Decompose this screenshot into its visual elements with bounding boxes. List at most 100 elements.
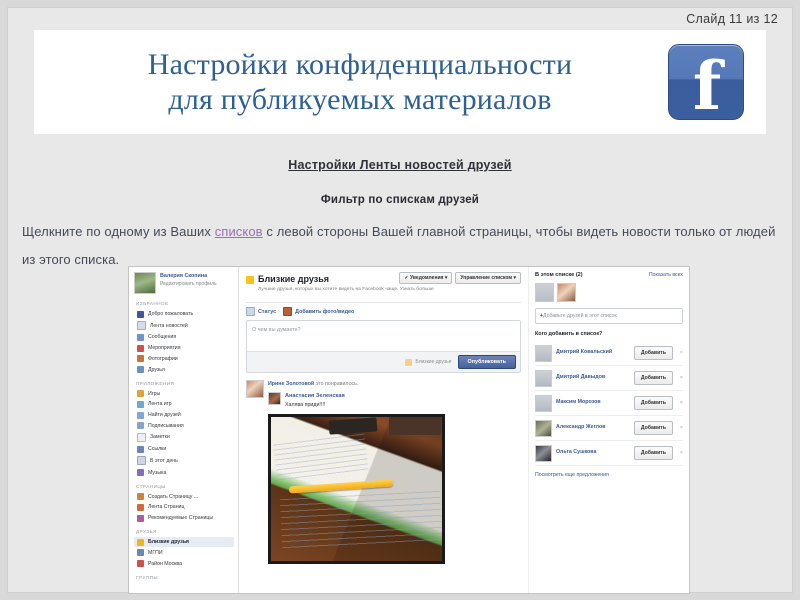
add-button[interactable]: Добавить xyxy=(633,371,673,385)
sidebar-item-games[interactable]: Игры xyxy=(134,389,234,399)
sidebar-item-label: Рекомендуемые Страницы xyxy=(148,515,214,522)
avatar xyxy=(246,380,264,398)
avatar xyxy=(535,394,552,412)
sidebar-item-label: Игры xyxy=(148,390,161,397)
sidebar-item-photos[interactable]: Фотографии xyxy=(134,354,234,364)
close-icon[interactable]: × xyxy=(677,375,683,381)
sidebar-item-find-friends[interactable]: Найти друзей xyxy=(134,410,234,420)
sidebar-item-region-moscow[interactable]: Район Москва xyxy=(134,559,234,569)
location-icon xyxy=(137,560,144,568)
lists-link[interactable]: списков xyxy=(215,224,263,239)
sidebar-item-mgpi[interactable]: МГПИ xyxy=(134,548,234,558)
tab-photo-label: Добавить фото/видео xyxy=(295,308,355,315)
suggestion-name[interactable]: Александр Жеглов xyxy=(556,424,630,432)
sidebar-item-label: Лента Страниц xyxy=(148,504,185,511)
add-button[interactable]: Добавить xyxy=(633,421,673,435)
sidebar-section-friends: ДРУЗЬЯ xyxy=(136,529,157,535)
avatar[interactable] xyxy=(557,283,576,302)
notes-icon xyxy=(137,432,146,442)
sidebar-item-label: Найти друзей xyxy=(148,412,181,419)
sidebar-item-on-this-day[interactable]: В этот день xyxy=(134,455,234,467)
suggestion-name[interactable]: Максим Морозов xyxy=(556,399,630,407)
suggestion-name[interactable]: Дмитрий Ковальский xyxy=(556,349,630,357)
sidebar-item-games-feed[interactable]: Лента игр xyxy=(134,399,234,409)
suggestion-name[interactable]: Ольга Сушкова xyxy=(556,449,630,457)
sidebar-item-friends[interactable]: Друзья xyxy=(134,364,234,374)
sidebar-item-label: Ссылки xyxy=(148,446,167,453)
profile-name: Валерия Скопина xyxy=(160,273,208,279)
add-button[interactable]: Добавить xyxy=(633,346,673,360)
close-icon[interactable]: × xyxy=(677,450,683,456)
find-friends-icon xyxy=(137,411,144,419)
list-icon xyxy=(137,549,144,557)
post-button[interactable]: Опубликовать xyxy=(457,355,516,369)
tab-status[interactable]: Статус xyxy=(246,307,276,316)
avatar xyxy=(268,392,281,405)
tab-photo-video[interactable]: Добавить фото/видео xyxy=(283,307,354,316)
in-list-header: В этом списке (2) Показать всех xyxy=(535,272,683,278)
post-author[interactable]: Анастасия Зеленская xyxy=(285,392,345,401)
status-composer[interactable]: О чем вы думаете? Близкие друзья Опублик… xyxy=(246,320,521,373)
pages-feed-icon xyxy=(137,503,144,511)
sidebar-item-label: МГПИ xyxy=(148,549,163,556)
add-button[interactable]: Добавить xyxy=(633,396,673,410)
sidebar-item-events[interactable]: Мероприятия xyxy=(134,343,234,353)
close-icon[interactable]: × xyxy=(677,400,683,406)
status-input[interactable]: О чем вы думаете? xyxy=(247,321,520,351)
star-icon xyxy=(246,276,254,284)
slide-title-band: Настройки конфиденциальности для публику… xyxy=(34,30,766,134)
post-text: Халява приди!!!! xyxy=(285,402,326,408)
sidebar-item-label: Район Москва xyxy=(148,560,182,567)
sidebar-item-links[interactable]: Ссылки xyxy=(134,444,234,454)
show-all-link[interactable]: Показать всех xyxy=(649,272,683,278)
like-text: это понравилось. xyxy=(314,381,359,387)
presentation-slide: Слайд 11 из 12 Настройки конфиденциально… xyxy=(8,8,792,594)
star-icon xyxy=(405,358,413,366)
tab-status-label: Статус xyxy=(258,308,277,315)
more-suggestions-link[interactable]: Посмотреть еще предложения xyxy=(535,472,683,478)
notifications-button[interactable]: ✓ Уведомления ▾ xyxy=(399,272,453,285)
suggestion-name[interactable]: Дмитрий Давыдов xyxy=(556,374,630,382)
sidebar-item-pages-feed[interactable]: Лента Страниц xyxy=(134,502,234,512)
sidebar-item-label: Музыка xyxy=(148,469,167,476)
suggestion-row: Дмитрий Ковальский Добавить × xyxy=(535,341,683,366)
audience-selector[interactable]: Близкие друзья xyxy=(405,358,452,366)
post-photo[interactable] xyxy=(268,414,445,564)
sidebar-item-newsfeed[interactable]: Лента новостей xyxy=(134,320,234,332)
sidebar-item-subscriptions[interactable]: Подписывания xyxy=(134,421,234,431)
sidebar-item-create-page[interactable]: Создать Страницу ... xyxy=(134,492,234,502)
sidebar-item-label: Близкие друзья xyxy=(148,539,189,546)
like-line: Ирине Золотовой это понравилось. xyxy=(268,380,521,389)
composer-tabs: Статус Добавить фото/видео xyxy=(246,307,521,316)
suggestion-row: Ольга Сушкова Добавить × xyxy=(535,441,683,466)
suggestion-row: Александр Жеглов Добавить × xyxy=(535,416,683,441)
add-button[interactable]: Добавить xyxy=(633,446,673,460)
liker-name[interactable]: Ирине Золотовой xyxy=(268,381,314,387)
games-feed-icon xyxy=(137,400,144,408)
close-icon[interactable]: × xyxy=(677,350,683,356)
photo-object-dark xyxy=(328,417,378,435)
events-icon xyxy=(137,344,144,352)
avatar[interactable] xyxy=(535,283,554,302)
close-icon[interactable]: × xyxy=(677,425,683,431)
sidebar-item-notes[interactable]: Заметки xyxy=(134,431,234,443)
sidebar-item-label: Лента игр xyxy=(148,401,172,408)
add-friends-input[interactable]: +Добавьте друзей в этот список xyxy=(535,308,683,324)
profile-block[interactable]: Валерия Скопина Редактировать профиль xyxy=(134,272,234,294)
slide-number: Слайд 11 из 12 xyxy=(686,12,778,26)
sidebar-item-messages[interactable]: Сообщения xyxy=(134,332,234,342)
sidebar-item-close-friends[interactable]: Близкие друзья xyxy=(134,537,234,548)
sidebar-item-suggested-pages[interactable]: Рекомендуемые Страницы xyxy=(134,513,234,523)
manage-list-button[interactable]: Управление списком ▾ xyxy=(455,272,521,285)
chevron-down-icon: ▾ xyxy=(513,275,516,282)
sidebar-item-label: Добро пожаловать xyxy=(148,311,194,318)
edit-profile-link[interactable]: Редактировать профиль xyxy=(160,280,217,288)
list-description: Лучшие друзья, которых вы хотите видеть … xyxy=(258,287,434,292)
feed-story: Ирине Золотовой это понравилось. Анастас… xyxy=(246,380,521,410)
avatar xyxy=(535,344,552,362)
sidebar-item-music[interactable]: Музыка xyxy=(134,467,234,477)
sidebar-item-label: В этот день xyxy=(150,457,178,464)
sidebar-item-welcome[interactable]: Добро пожаловать xyxy=(134,309,234,319)
who-to-add-title: Кого добавить в список? xyxy=(535,331,603,337)
sidebar-item-label: Мероприятия xyxy=(148,345,181,352)
